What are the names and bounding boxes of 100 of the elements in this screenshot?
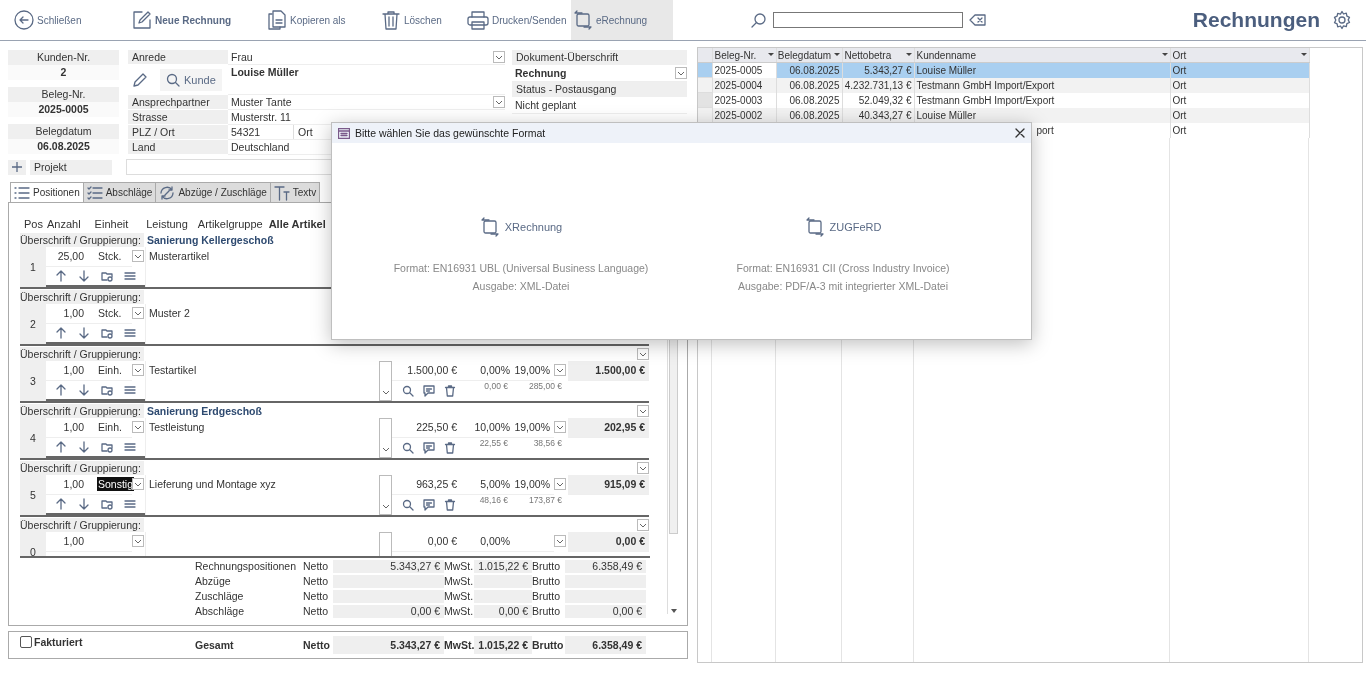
menu-icon[interactable] xyxy=(124,270,136,282)
quantity-field[interactable]: 1,00 xyxy=(46,304,94,324)
close-button[interactable] xyxy=(1015,128,1025,138)
folder-gear-icon[interactable] xyxy=(101,270,113,282)
quantity-field[interactable]: 1,00 xyxy=(46,361,94,381)
comment-icon[interactable] xyxy=(423,442,435,454)
up-arrow-icon[interactable] xyxy=(55,270,67,282)
dropdown-button[interactable] xyxy=(637,519,649,531)
dropdown-button[interactable] xyxy=(132,364,144,376)
field-label: Status - Postausgang xyxy=(512,82,687,98)
toolbar-button[interactable]: Kopieren als xyxy=(265,0,379,40)
quantity-field[interactable]: 1,00 xyxy=(46,418,94,438)
city-field[interactable]: Ort xyxy=(294,125,313,139)
dropdown-button[interactable] xyxy=(554,421,566,433)
unit-field[interactable]: Stck. xyxy=(97,306,123,320)
search-field[interactable] xyxy=(773,12,963,28)
toolbar-button[interactable]: eRechnung xyxy=(571,0,673,40)
dropdown-button[interactable] xyxy=(132,478,144,490)
quantity-field[interactable]: 1,00 xyxy=(46,532,94,552)
sort-arrow-icon[interactable] xyxy=(1161,53,1168,57)
group-name[interactable]: Sanierung Kellergeschoß xyxy=(147,233,274,246)
unit-field[interactable]: Stck. xyxy=(97,249,123,263)
dropdown-button[interactable] xyxy=(554,478,566,490)
sort-arrow-icon[interactable] xyxy=(1300,53,1307,57)
down-arrow-icon[interactable] xyxy=(78,498,90,510)
format-option-button[interactable]: XRechnung xyxy=(477,215,565,239)
customer-name: Louise Müller xyxy=(228,65,505,95)
dropdown-button[interactable] xyxy=(132,535,144,547)
tab[interactable]: Abschläge xyxy=(82,182,157,202)
up-arrow-icon[interactable] xyxy=(55,384,67,396)
down-arrow-icon[interactable] xyxy=(78,384,90,396)
checkbox[interactable] xyxy=(20,636,32,648)
comment-icon[interactable] xyxy=(423,499,435,511)
menu-icon[interactable] xyxy=(124,498,136,510)
table-cell: 2025-0004 xyxy=(714,79,763,91)
toolbar-button[interactable]: Drucken/Senden xyxy=(465,0,571,40)
dropdown-button[interactable] xyxy=(493,96,505,108)
unit-field[interactable]: Sonstig xyxy=(97,477,135,491)
add-button[interactable] xyxy=(8,159,26,175)
description-field[interactable]: Testleistung xyxy=(145,418,379,458)
zip-field[interactable]: 54321 xyxy=(231,125,294,139)
salutation-dropdown[interactable]: Frau xyxy=(228,50,505,65)
folder-gear-icon[interactable] xyxy=(101,441,113,453)
format-option-button[interactable]: ZUGFeRD xyxy=(802,215,884,239)
search-icon[interactable] xyxy=(751,12,767,28)
pencil-icon[interactable] xyxy=(132,72,148,88)
down-arrow-icon[interactable] xyxy=(78,441,90,453)
column-header[interactable]: Kundenname xyxy=(916,49,976,61)
description-field[interactable]: Testartikel xyxy=(145,361,379,401)
dropdown-button[interactable] xyxy=(132,250,144,262)
sort-arrow-icon[interactable] xyxy=(905,53,912,57)
column-header[interactable]: Ort xyxy=(1172,49,1187,61)
up-arrow-icon[interactable] xyxy=(55,441,67,453)
dropdown-button[interactable] xyxy=(132,307,144,319)
search-icon[interactable] xyxy=(402,385,414,397)
trash-icon[interactable] xyxy=(444,442,456,454)
quantity-field[interactable]: 25,00 xyxy=(46,247,94,267)
scroll-down-icon[interactable] xyxy=(669,608,678,614)
trash-icon[interactable] xyxy=(444,385,456,397)
dropdown-button[interactable] xyxy=(132,421,144,433)
group-name[interactable]: Sanierung Erdgeschoß xyxy=(147,404,262,417)
sort-arrow-icon[interactable] xyxy=(767,53,774,57)
toolbar-button[interactable]: Schließen xyxy=(12,0,130,40)
total-label: Gesamt xyxy=(195,639,235,651)
unit-field[interactable]: Einh. xyxy=(97,420,123,434)
up-arrow-icon[interactable] xyxy=(55,498,67,510)
menu-icon[interactable] xyxy=(124,384,136,396)
comment-icon[interactable] xyxy=(423,385,435,397)
dropdown-button[interactable] xyxy=(554,364,566,376)
down-arrow-icon[interactable] xyxy=(78,270,90,282)
menu-icon[interactable] xyxy=(124,327,136,339)
quantity-field[interactable]: 1,00 xyxy=(46,475,94,495)
tab[interactable]: Textv xyxy=(269,182,321,202)
unit-field[interactable]: Einh. xyxy=(97,363,123,377)
folder-gear-icon[interactable] xyxy=(101,384,113,396)
search-icon[interactable] xyxy=(402,499,414,511)
dropdown-button[interactable] xyxy=(637,405,649,417)
dropdown-button[interactable] xyxy=(637,348,649,360)
down-arrow-icon[interactable] xyxy=(78,327,90,339)
search-icon[interactable] xyxy=(402,442,414,454)
folder-gear-icon[interactable] xyxy=(101,327,113,339)
dropdown-button[interactable] xyxy=(493,51,505,63)
trash-icon[interactable] xyxy=(444,499,456,511)
dropdown-button[interactable] xyxy=(554,535,566,547)
tab[interactable]: Positionen xyxy=(10,182,84,202)
sort-arrow-icon[interactable] xyxy=(834,53,841,57)
clear-icon[interactable] xyxy=(969,13,987,27)
article-group-filter[interactable]: Alle Artikel xyxy=(268,218,326,230)
toolbar-button[interactable]: Löschen xyxy=(379,0,465,40)
dropdown-button[interactable] xyxy=(675,67,687,79)
folder-gear-icon[interactable] xyxy=(101,498,113,510)
toolbar-button[interactable]: Neue Rechnung xyxy=(130,0,265,40)
tab[interactable]: Abzüge / Zuschläge xyxy=(155,182,271,202)
description-field[interactable]: Lieferung und Montage xyz xyxy=(145,475,379,515)
dropdown-button[interactable] xyxy=(637,462,649,474)
customer-search-button[interactable]: Kunde xyxy=(160,69,222,91)
menu-icon[interactable] xyxy=(124,441,136,453)
contact-dropdown[interactable]: Muster Tante xyxy=(228,95,505,110)
settings-icon[interactable] xyxy=(1332,10,1352,30)
up-arrow-icon[interactable] xyxy=(55,327,67,339)
